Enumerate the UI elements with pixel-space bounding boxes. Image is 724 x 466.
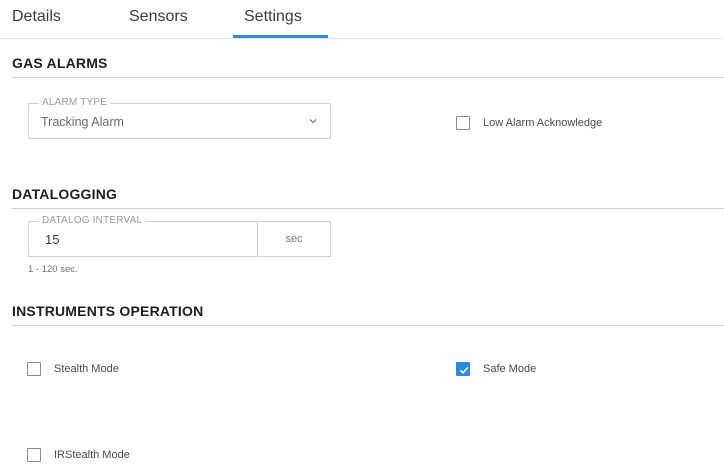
datalog-interval-value: 15 — [45, 232, 60, 247]
alarm-type-select[interactable]: ALARM TYPE Tracking Alarm — [28, 97, 331, 139]
chevron-down-icon — [309, 119, 317, 124]
checkbox-box[interactable] — [27, 362, 41, 376]
checkmark-icon — [459, 366, 469, 374]
datalog-interval-input[interactable]: DATALOG INTERVAL 15 — [28, 215, 258, 257]
stealth-mode-label: Stealth Mode — [54, 363, 119, 375]
datalog-interval-unit: sec — [258, 221, 331, 257]
checkbox-box[interactable] — [27, 448, 41, 462]
low-alarm-acknowledge-label: Low Alarm Acknowledge — [483, 117, 603, 129]
instruments-operation-heading: INSTRUMENTS OPERATION — [12, 303, 204, 319]
section-divider — [12, 208, 724, 209]
irstealth-mode-label: IRStealth Mode — [54, 449, 130, 461]
datalog-interval-hint: 1 - 120 sec. — [28, 264, 78, 275]
alarm-type-legend: ALARM TYPE — [39, 97, 111, 108]
tab-bar: Details Sensors Settings — [0, 0, 724, 39]
safe-mode-checkbox[interactable]: Safe Mode — [456, 361, 536, 377]
low-alarm-acknowledge-checkbox[interactable]: Low Alarm Acknowledge — [456, 115, 602, 131]
active-tab-indicator — [233, 35, 328, 38]
stealth-mode-checkbox[interactable]: Stealth Mode — [27, 361, 119, 377]
irstealth-mode-checkbox[interactable]: IRStealth Mode — [27, 447, 130, 463]
checkbox-box[interactable] — [456, 116, 470, 130]
gas-alarms-heading: GAS ALARMS — [12, 55, 108, 71]
section-divider — [12, 77, 724, 78]
tab-sensors[interactable]: Sensors — [129, 8, 188, 26]
alarm-type-value: Tracking Alarm — [41, 115, 124, 129]
datalog-interval-legend: DATALOG INTERVAL — [39, 215, 146, 226]
tab-settings[interactable]: Settings — [244, 8, 302, 26]
tab-details[interactable]: Details — [12, 8, 61, 26]
section-divider — [12, 325, 724, 326]
checkbox-box-checked[interactable] — [456, 362, 470, 376]
datalogging-heading: DATALOGGING — [12, 186, 118, 202]
safe-mode-label: Safe Mode — [483, 363, 537, 375]
